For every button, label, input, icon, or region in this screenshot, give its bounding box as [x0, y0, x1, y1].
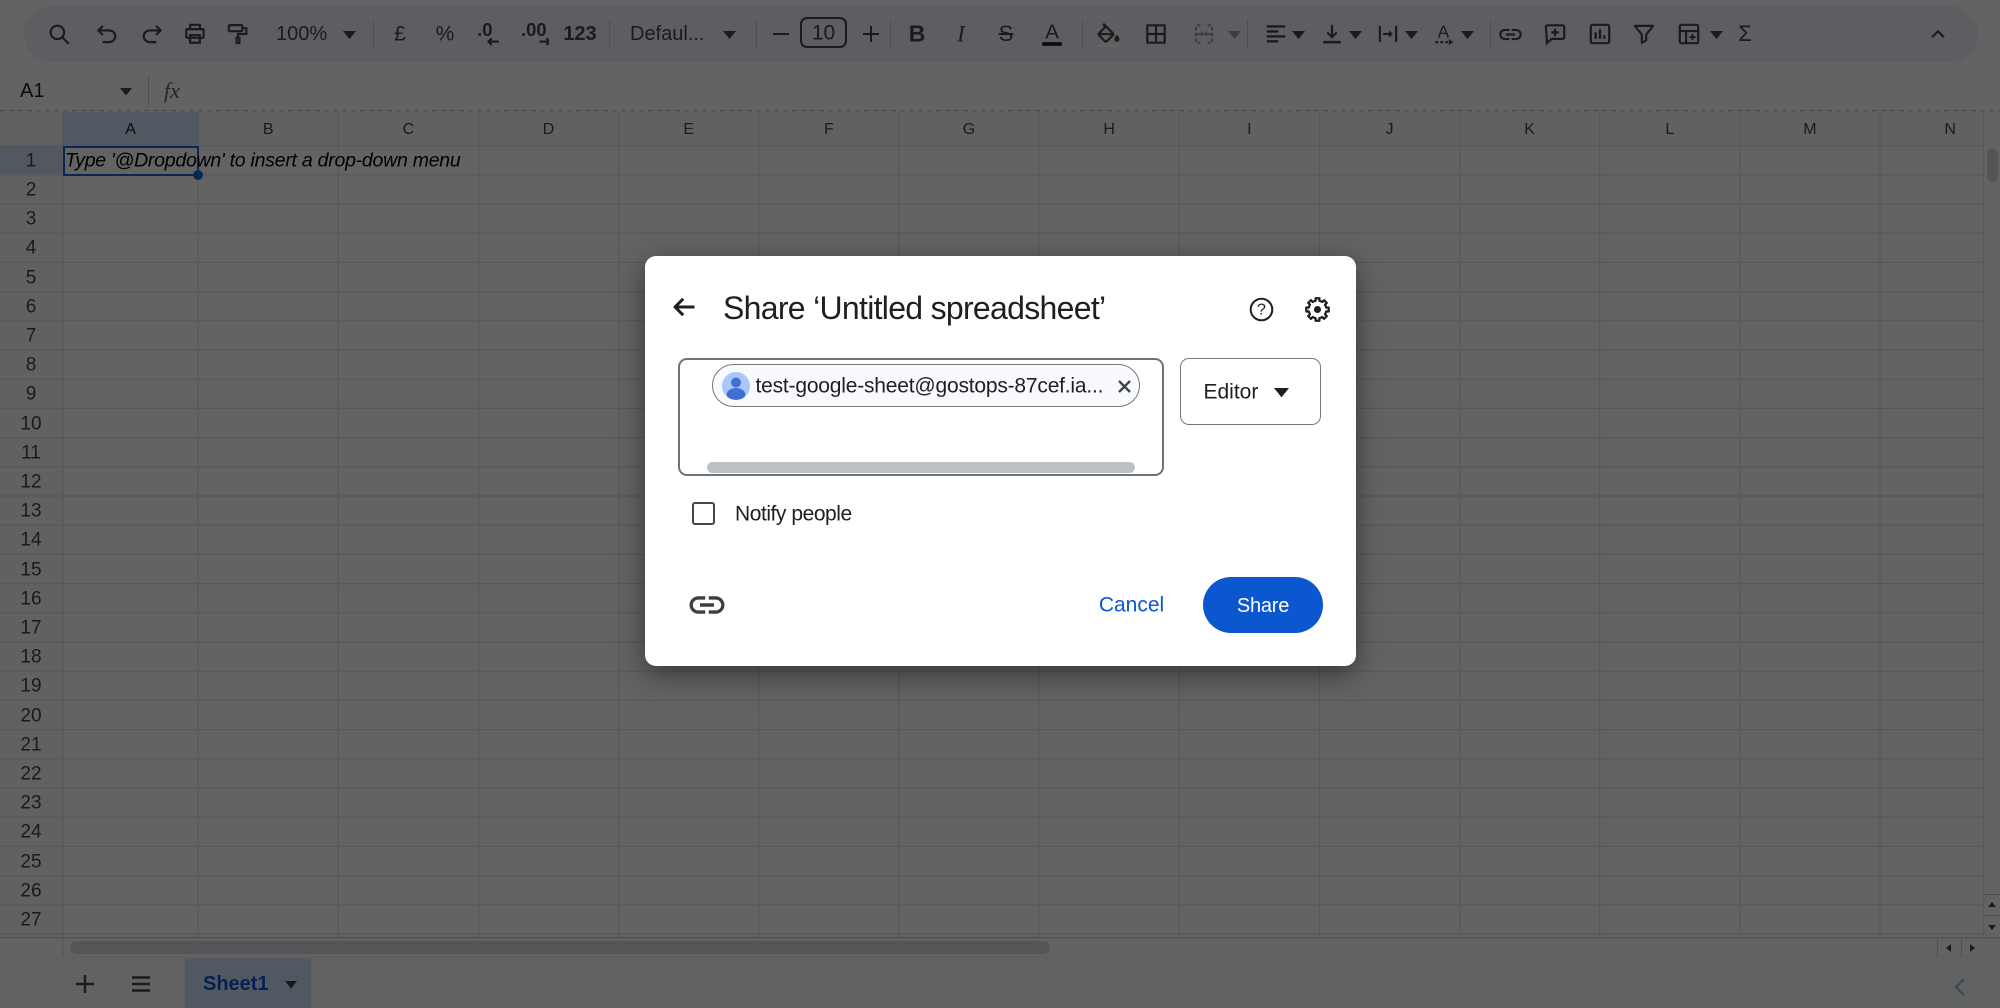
svg-text:?: ?	[1257, 301, 1266, 318]
